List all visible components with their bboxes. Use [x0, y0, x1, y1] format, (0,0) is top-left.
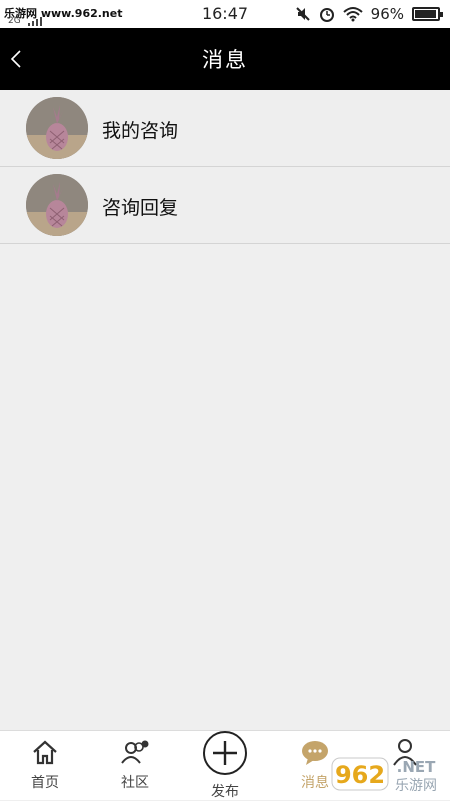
message-list: 我的咨询 咨询回复 — [0, 90, 450, 244]
page-title: 消息 — [202, 48, 248, 72]
watermark-logo: 962 .NET 乐游网 — [331, 757, 437, 794]
pineapple-avatar-icon — [26, 97, 88, 159]
battery-icon — [412, 7, 443, 21]
watermark-net: .NET — [397, 758, 436, 776]
avatar — [26, 174, 88, 236]
list-item-consult-reply[interactable]: 咨询回复 — [0, 167, 450, 244]
header-bar: 消息 — [0, 28, 450, 90]
pineapple-avatar-icon — [26, 174, 88, 236]
list-item-label: 我的咨询 — [102, 120, 179, 142]
battery-percent: 96% — [370, 5, 404, 23]
back-button[interactable] — [4, 44, 34, 74]
mute-icon — [295, 7, 310, 21]
wifi-icon — [342, 7, 363, 22]
list-item-label: 咨询回复 — [102, 197, 179, 219]
alarm-icon — [319, 8, 334, 22]
tab-community[interactable]: 社区 — [90, 731, 180, 801]
tab-label: 发布 — [211, 784, 239, 800]
watermark-962: 962 — [335, 761, 385, 789]
tab-label: 社区 — [121, 775, 149, 791]
community-icon — [121, 740, 149, 764]
tab-label: 首页 — [31, 775, 59, 791]
status-icons: 96% — [295, 4, 443, 24]
watermark-cn: 乐游网 — [395, 778, 437, 794]
battery-fill — [415, 10, 436, 18]
publish-button[interactable] — [203, 731, 247, 775]
plus-icon — [213, 741, 237, 765]
list-item-my-consult[interactable]: 我的咨询 — [0, 90, 450, 167]
status-bar: 乐游网 www.962.net 2G 16:47 96% — [0, 0, 450, 28]
chat-bubble-icon — [302, 741, 328, 765]
home-icon — [33, 740, 57, 765]
chevron-left-icon — [10, 50, 21, 68]
avatar — [26, 97, 88, 159]
tab-home[interactable]: 首页 — [0, 731, 90, 801]
